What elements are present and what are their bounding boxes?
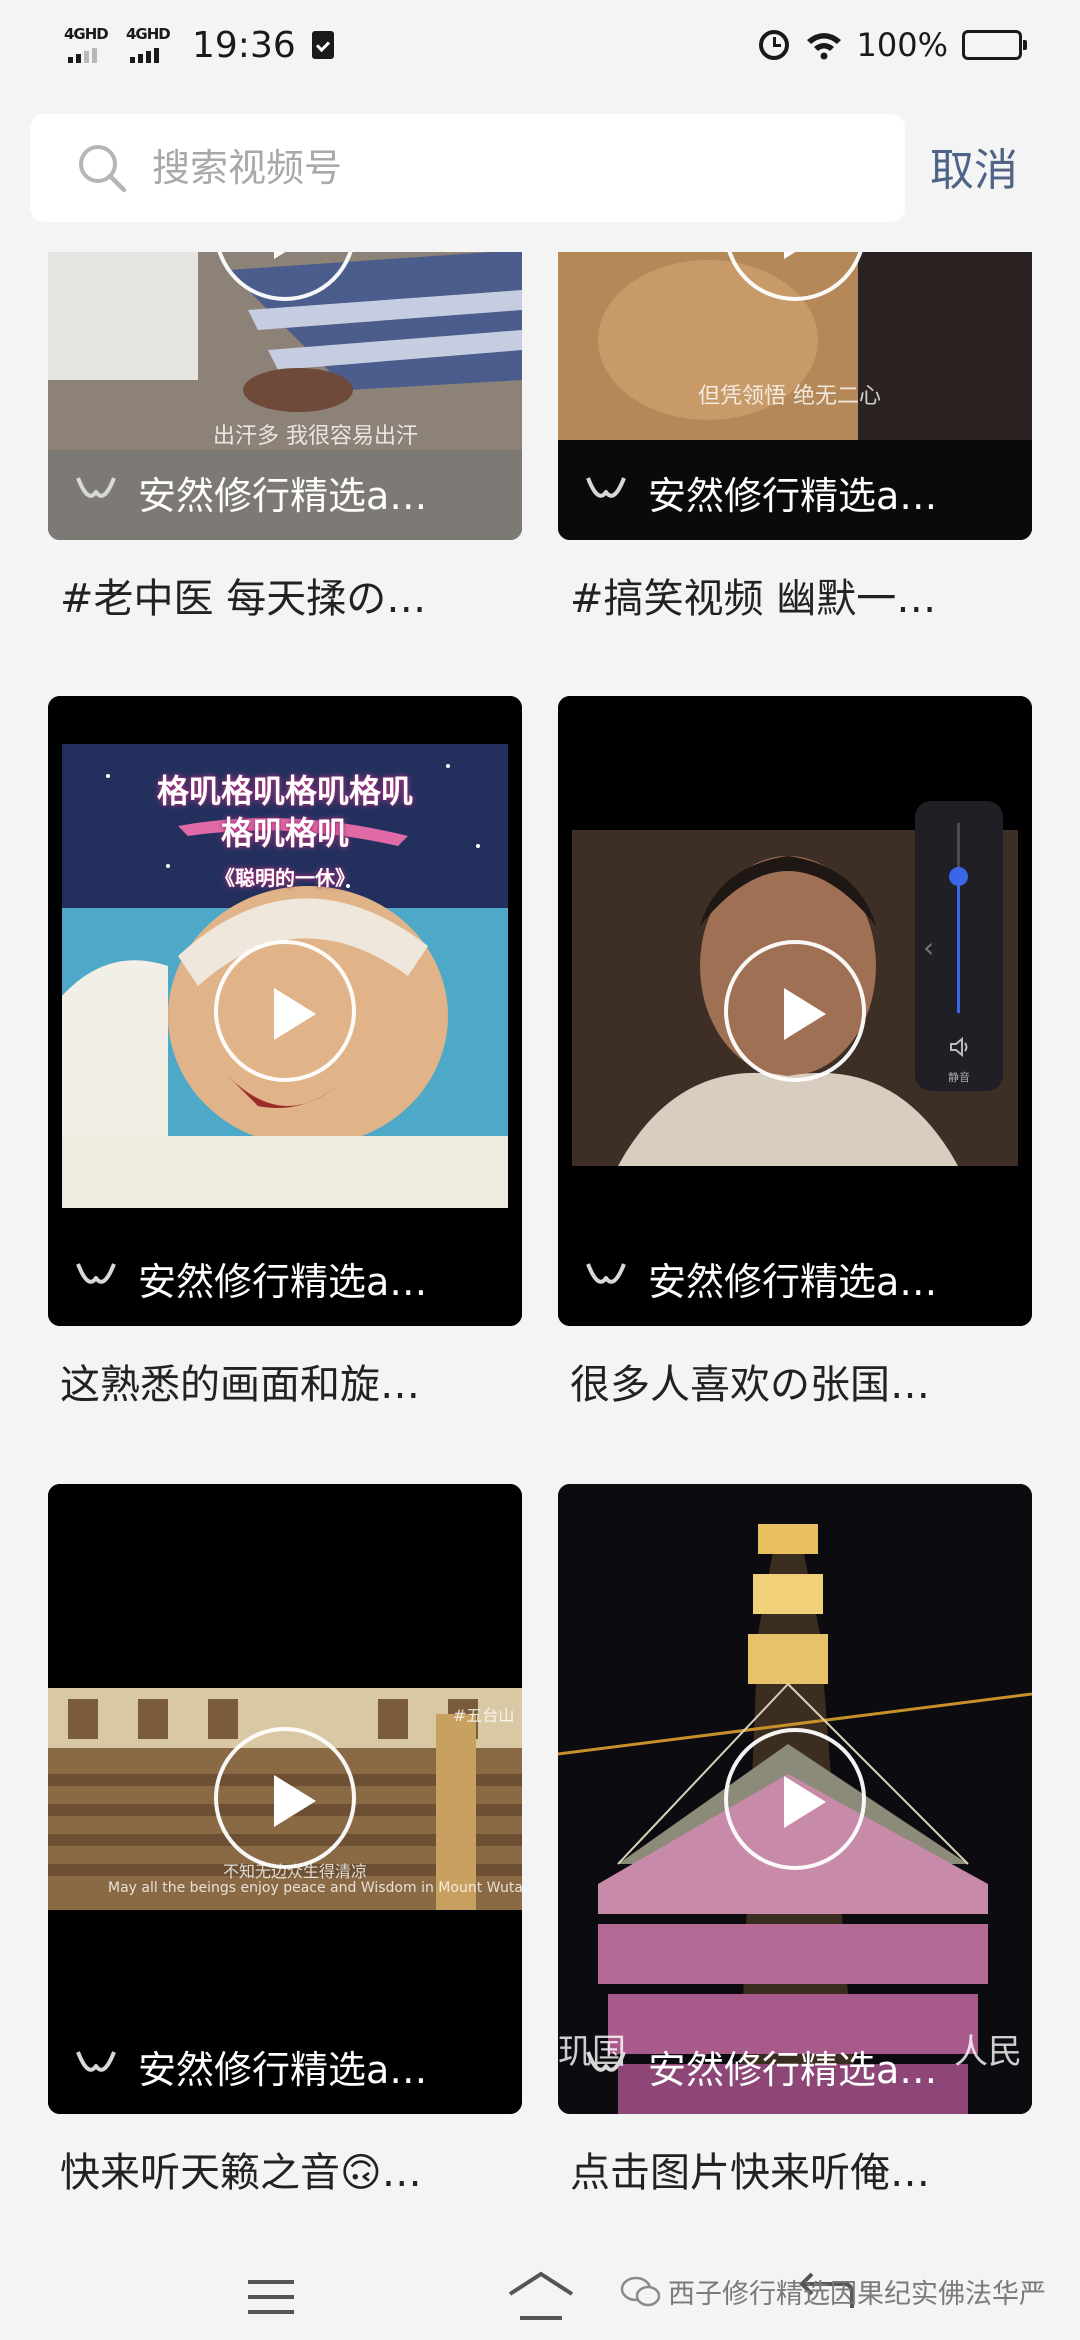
video-results-grid: 出汗多 我很容易出汗 安然修行精选a… #老中医 每天揉の… 但凭领悟 绝无二心: [0, 252, 1080, 2252]
video-thumbnail[interactable]: #五台山 不知无边众生得清凉 May all the beings enjoy …: [48, 1484, 522, 2114]
alarm-icon: [758, 30, 789, 60]
video-card[interactable]: 玑国 人民 安然修行精选a… 点击图片快来听俺…: [558, 1484, 1032, 2208]
clock: 19:36: [192, 24, 296, 66]
video-card[interactable]: ‹ 静音 安然修行精选a… 很多人喜欢の张国…: [558, 696, 1032, 1420]
clipboard-check-icon: [311, 31, 334, 59]
channels-logo-icon: [586, 1263, 626, 1284]
home-icon[interactable]: [506, 2270, 576, 2322]
network-type-2: 4GHD: [126, 25, 171, 43]
author-row: 安然修行精选a…: [48, 1230, 522, 1326]
author-row: 安然修行精选a…: [48, 2018, 522, 2114]
banner-line-3: 《聪明的一休》: [215, 866, 355, 890]
video-card[interactable]: 格叽格叽格叽格叽 格叽格叽 《聪明的一休》 安然修行精选a… 这熟悉的画面和旋…: [48, 696, 522, 1420]
author-name: 安然修行精选a…: [138, 473, 428, 518]
video-title[interactable]: 很多人喜欢の张国…: [558, 1350, 998, 1420]
channels-logo-icon: [586, 477, 626, 498]
menu-icon[interactable]: [246, 2276, 296, 2318]
wechat-icon: [620, 2276, 661, 2306]
cancel-button[interactable]: 取消: [930, 126, 1018, 216]
play-button[interactable]: [214, 940, 356, 1082]
search-bar[interactable]: [30, 114, 905, 222]
author-name: 安然修行精选a…: [648, 1259, 938, 1304]
channels-logo-icon: [586, 2051, 626, 2072]
status-bar: 4GHD 4GHD 19:36 100%: [0, 0, 1080, 90]
video-card[interactable]: 但凭领悟 绝无二心 安然修行精选a… #搞笑视频 幽默一…: [558, 252, 1032, 634]
author-name: 安然修行精选a…: [138, 1259, 428, 1304]
video-thumbnail[interactable]: 玑国 人民 安然修行精选a…: [558, 1484, 1032, 2114]
banner-line-2: 格叽格叽: [220, 814, 349, 852]
battery-icon: [962, 30, 1027, 60]
author-name: 安然修行精选a…: [648, 2047, 938, 2092]
search-icon: [79, 145, 127, 193]
status-right: 100%: [758, 26, 1027, 64]
video-thumbnail[interactable]: 格叽格叽格叽格叽 格叽格叽 《聪明的一休》 安然修行精选a…: [48, 696, 522, 1326]
caption-en: May all the beings enjoy peace and Wisdo…: [108, 1880, 522, 1896]
play-button[interactable]: [724, 940, 866, 1082]
volume-level: [957, 876, 960, 1013]
volume-label: 静音: [948, 1071, 970, 1084]
speaker-icon: [950, 1037, 968, 1057]
watermark: 西子修行精选因果纪实佛法华严: [620, 2272, 1046, 2311]
video-card[interactable]: 出汗多 我很容易出汗 安然修行精选a… #老中医 每天揉の…: [48, 252, 522, 634]
play-button[interactable]: [214, 1727, 356, 1869]
video-title[interactable]: #老中医 每天揉の…: [48, 564, 488, 634]
video-title[interactable]: 快来听天籁之音🙃…: [48, 2138, 488, 2208]
video-title[interactable]: 这熟悉的画面和旋…: [48, 1350, 488, 1420]
author-row: 安然修行精选a…: [48, 444, 522, 540]
video-card[interactable]: #五台山 不知无边众生得清凉 May all the beings enjoy …: [48, 1484, 522, 2208]
video-thumbnail[interactable]: 但凭领悟 绝无二心 安然修行精选a…: [558, 252, 1032, 540]
author-row: 安然修行精选a…: [558, 444, 1032, 540]
channels-logo-icon: [76, 477, 116, 498]
signal-icon-2: 4GHD: [124, 25, 178, 65]
channels-logo-icon: [76, 2051, 116, 2072]
channels-logo-icon: [76, 1263, 116, 1284]
author-name: 安然修行精选a…: [648, 473, 938, 518]
video-thumbnail[interactable]: ‹ 静音 安然修行精选a…: [558, 696, 1032, 1326]
signal-icon: 4GHD: [62, 25, 116, 65]
author-row: 安然修行精选a…: [558, 1230, 1032, 1326]
search-input[interactable]: [152, 146, 852, 190]
author-name: 安然修行精选a…: [138, 2047, 428, 2092]
tag-overlay: #五台山: [453, 1706, 515, 1725]
chevron-left-icon[interactable]: ‹: [923, 931, 934, 964]
author-row: 安然修行精选a…: [558, 2018, 1032, 2114]
banner-line-1: 格叽格叽格叽格叽: [156, 772, 413, 810]
video-title[interactable]: #搞笑视频 幽默一…: [558, 564, 998, 634]
play-button[interactable]: [724, 1728, 866, 1870]
wifi-icon: [806, 33, 841, 60]
status-left: 4GHD 4GHD 19:36: [62, 25, 334, 66]
video-title[interactable]: 点击图片快来听俺…: [558, 2138, 998, 2208]
volume-slider-handle[interactable]: [949, 867, 968, 887]
video-caption: 但凭领悟 绝无二心: [698, 384, 881, 409]
volume-panel[interactable]: ‹ 静音: [915, 801, 1003, 1091]
battery-percent: 100%: [856, 26, 948, 64]
network-type-1: 4GHD: [64, 25, 109, 43]
watermark-text: 西子修行精选因果纪实佛法华严: [668, 2279, 1046, 2310]
video-thumbnail[interactable]: 出汗多 我很容易出汗 安然修行精选a…: [48, 252, 522, 540]
